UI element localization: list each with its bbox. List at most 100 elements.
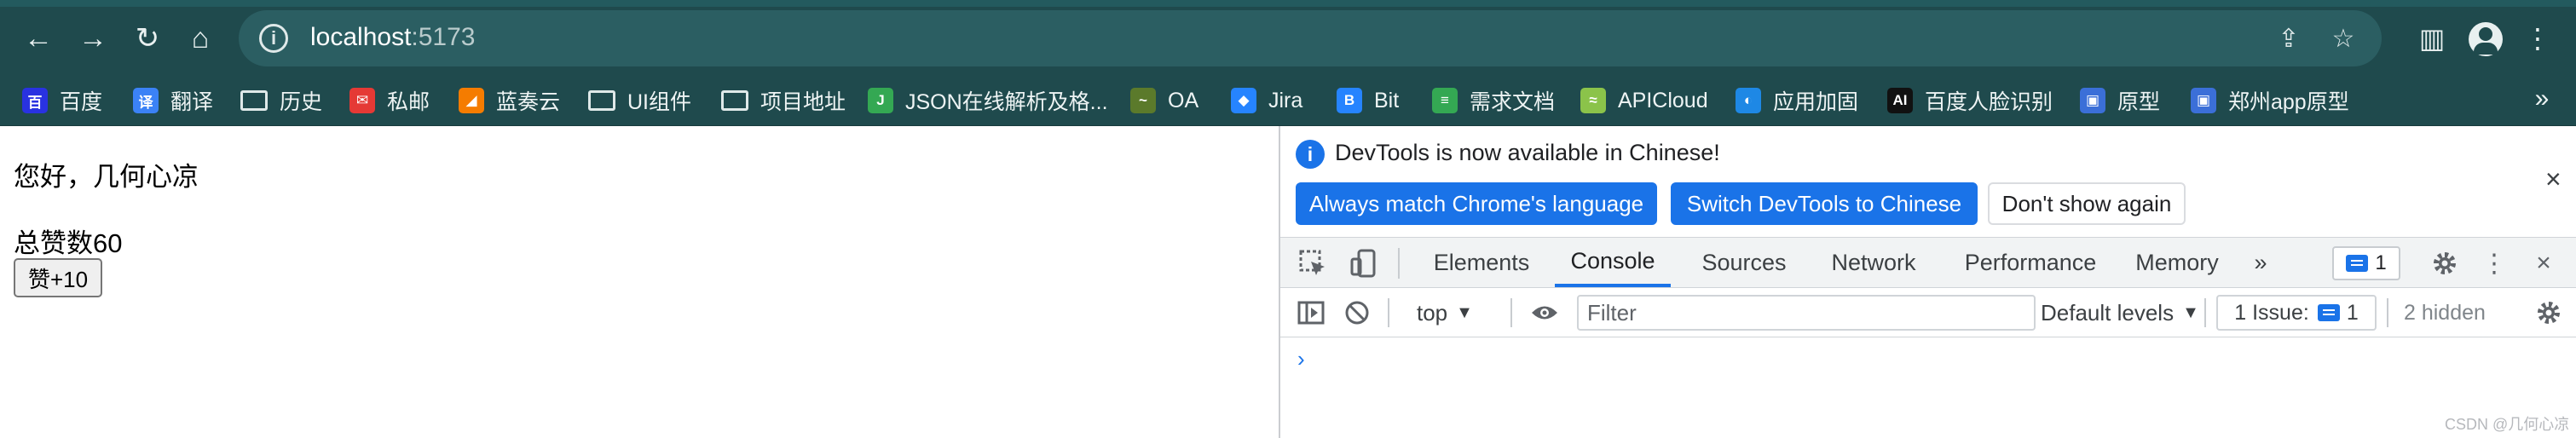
bookmark-item[interactable]: ◢ 蓝奏云 bbox=[459, 84, 560, 118]
match-language-button[interactable]: Always match Chrome's language bbox=[1296, 182, 1657, 225]
forward-button[interactable]: → bbox=[73, 19, 113, 58]
live-expression-eye-icon[interactable] bbox=[1528, 296, 1562, 330]
bookmark-label: 项目地址 bbox=[760, 90, 846, 114]
bookmark-item[interactable]: J JSON在线解析及格... bbox=[868, 84, 1108, 118]
url-port: :5173 bbox=[411, 23, 476, 51]
bookmark-item[interactable]: AI 百度人脸识别 bbox=[1887, 84, 2053, 118]
bookmark-item[interactable]: ~ OA bbox=[1130, 84, 1198, 118]
context-selector[interactable]: top ▼ bbox=[1417, 295, 1473, 331]
hidden-count: 2 hidden bbox=[2404, 300, 2486, 325]
bookmark-item[interactable]: ≡ 需求文档 bbox=[1432, 84, 1555, 118]
like-button[interactable]: 赞+10 bbox=[14, 258, 102, 297]
bookmark-item[interactable]: ≈ APICloud bbox=[1580, 84, 1708, 118]
browser-toolbar: ← → ↻ ⌂ i localhost:5173 ⇪ ☆ ▥ ⋮ bbox=[0, 0, 2576, 75]
close-infobar-icon[interactable]: × bbox=[2545, 164, 2562, 195]
levels-value: Default levels bbox=[2041, 299, 2175, 326]
browser-menu-icon[interactable]: ⋮ bbox=[2518, 19, 2557, 58]
back-button[interactable]: ← bbox=[19, 19, 58, 58]
reload-button[interactable]: ↻ bbox=[128, 19, 167, 58]
bitbucket-icon: B bbox=[1337, 88, 1362, 113]
divider bbox=[1388, 298, 1389, 327]
url-text[interactable]: localhost:5173 bbox=[310, 23, 475, 52]
issues-count: 1 bbox=[2346, 300, 2359, 325]
bookmark-item[interactable]: ◆ Jira bbox=[1231, 84, 1302, 118]
settings-gear-icon[interactable] bbox=[2428, 246, 2462, 280]
bookmark-item[interactable]: ▣ 郑州app原型 bbox=[2191, 84, 2349, 118]
tab-elements[interactable]: Elements bbox=[1418, 238, 1545, 287]
message-icon bbox=[2317, 304, 2340, 321]
prototype-icon: ▣ bbox=[2080, 88, 2105, 113]
console-messages-badge[interactable]: 1 bbox=[2332, 246, 2400, 280]
total-likes-text: 总赞数60 bbox=[14, 228, 123, 258]
bookmark-item[interactable]: 百百度 bbox=[22, 84, 102, 118]
message-count: 1 bbox=[2375, 251, 2387, 274]
profile-avatar[interactable] bbox=[2469, 22, 2503, 56]
share-icon[interactable]: ⇪ bbox=[2271, 20, 2307, 56]
site-info-icon[interactable]: i bbox=[259, 24, 288, 53]
bookmark-item[interactable]: B Bit bbox=[1337, 84, 1399, 118]
bookmark-item[interactable]: 历史 bbox=[240, 84, 322, 118]
url-host: localhost bbox=[310, 23, 412, 51]
bookmark-star-icon[interactable]: ☆ bbox=[2325, 20, 2361, 56]
ai-icon: AI bbox=[1887, 88, 1913, 113]
bookmark-label: UI组件 bbox=[627, 90, 692, 114]
inspect-element-icon[interactable] bbox=[1296, 246, 1330, 280]
devtools-panel: i DevTools is now available in Chinese! … bbox=[1279, 126, 2576, 438]
tab-network[interactable]: Network bbox=[1811, 238, 1937, 287]
tab-console[interactable]: Console bbox=[1555, 238, 1671, 287]
json-icon: J bbox=[868, 88, 893, 113]
page-viewport: 您好，几何心凉 总赞数60 赞+10 bbox=[0, 126, 1279, 438]
bookmark-label: JSON在线解析及格... bbox=[905, 90, 1108, 114]
divider bbox=[1398, 248, 1400, 279]
dont-show-again-button[interactable]: Don't show again bbox=[1988, 182, 2186, 225]
filter-field[interactable] bbox=[1579, 297, 2034, 329]
divider bbox=[2204, 298, 2206, 327]
devtools-tabbar: Elements Console Sources Network Performance… bbox=[1280, 237, 2576, 288]
device-toolbar-icon[interactable] bbox=[1347, 246, 1381, 280]
bookmark-label: 原型 bbox=[2117, 90, 2161, 114]
divider bbox=[2387, 298, 2388, 327]
side-panel-icon[interactable]: ▥ bbox=[2412, 19, 2452, 58]
devtools-menu-icon[interactable]: ⋮ bbox=[2477, 246, 2511, 280]
bookmark-label: 蓝奏云 bbox=[496, 90, 561, 114]
tab-performance[interactable]: Performance bbox=[1952, 238, 2109, 287]
bookmark-label: 历史 bbox=[280, 90, 323, 114]
translate-icon: 译 bbox=[133, 88, 159, 113]
bookmark-item[interactable]: ▣ 原型 bbox=[2080, 84, 2160, 118]
close-devtools-icon[interactable]: × bbox=[2527, 246, 2561, 280]
console-prompt[interactable]: › bbox=[1297, 346, 1305, 372]
sheet-icon: ≡ bbox=[1432, 88, 1458, 113]
more-tabs-button[interactable]: » bbox=[2244, 238, 2278, 287]
bookmark-item[interactable]: ◐ 应用加固 bbox=[1736, 84, 1858, 118]
divider bbox=[1510, 298, 1512, 327]
tab-memory[interactable]: Memory bbox=[2123, 238, 2232, 287]
sidebar-toggle-icon[interactable] bbox=[1294, 296, 1328, 330]
bookmarks-bar: 百百度译翻译 历史 ✉ 私邮 ◢ 蓝奏云 UI组件 项目地址 J JSON在线解析及格... ~ OA… bbox=[0, 75, 2576, 126]
clear-console-icon[interactable] bbox=[1340, 296, 1374, 330]
greeting-text: 您好，几何心凉 bbox=[14, 162, 199, 192]
folder-icon bbox=[588, 90, 615, 111]
mail-icon: ✉ bbox=[349, 88, 375, 113]
language-infobar: i DevTools is now available in Chinese! … bbox=[1280, 126, 2576, 237]
console-filter-input[interactable] bbox=[1577, 295, 2036, 331]
chevron-down-icon: ▼ bbox=[1456, 303, 1473, 322]
tab-sources[interactable]: Sources bbox=[1688, 238, 1800, 287]
bookmark-item[interactable]: UI组件 bbox=[588, 84, 691, 118]
apicloud-icon: ≈ bbox=[1580, 88, 1606, 113]
issues-button[interactable]: 1 Issue: 1 bbox=[2216, 295, 2377, 331]
infobar-message: DevTools is now available in Chinese! bbox=[1335, 140, 1720, 165]
shield-icon: ◐ bbox=[1736, 88, 1761, 113]
folder-icon bbox=[240, 90, 268, 111]
home-button[interactable]: ⌂ bbox=[181, 19, 220, 58]
address-bar[interactable]: i localhost:5173 ⇪ ☆ bbox=[239, 10, 2382, 66]
bookmark-item[interactable]: ✉ 私邮 bbox=[349, 84, 430, 118]
console-settings-gear-icon[interactable] bbox=[2532, 296, 2566, 330]
bookmark-label: OA bbox=[1168, 88, 1199, 112]
switch-to-chinese-button[interactable]: Switch DevTools to Chinese bbox=[1671, 182, 1978, 225]
bookmark-item[interactable]: 项目地址 bbox=[721, 84, 846, 118]
bookmark-item[interactable]: 译翻译 bbox=[133, 84, 213, 118]
log-levels-dropdown[interactable]: Default levels ▼ bbox=[2041, 295, 2199, 331]
baidu-icon: 百 bbox=[22, 88, 48, 113]
bookmark-label: 百度 bbox=[60, 90, 103, 114]
bookmarks-overflow-button[interactable]: » bbox=[2525, 82, 2559, 116]
